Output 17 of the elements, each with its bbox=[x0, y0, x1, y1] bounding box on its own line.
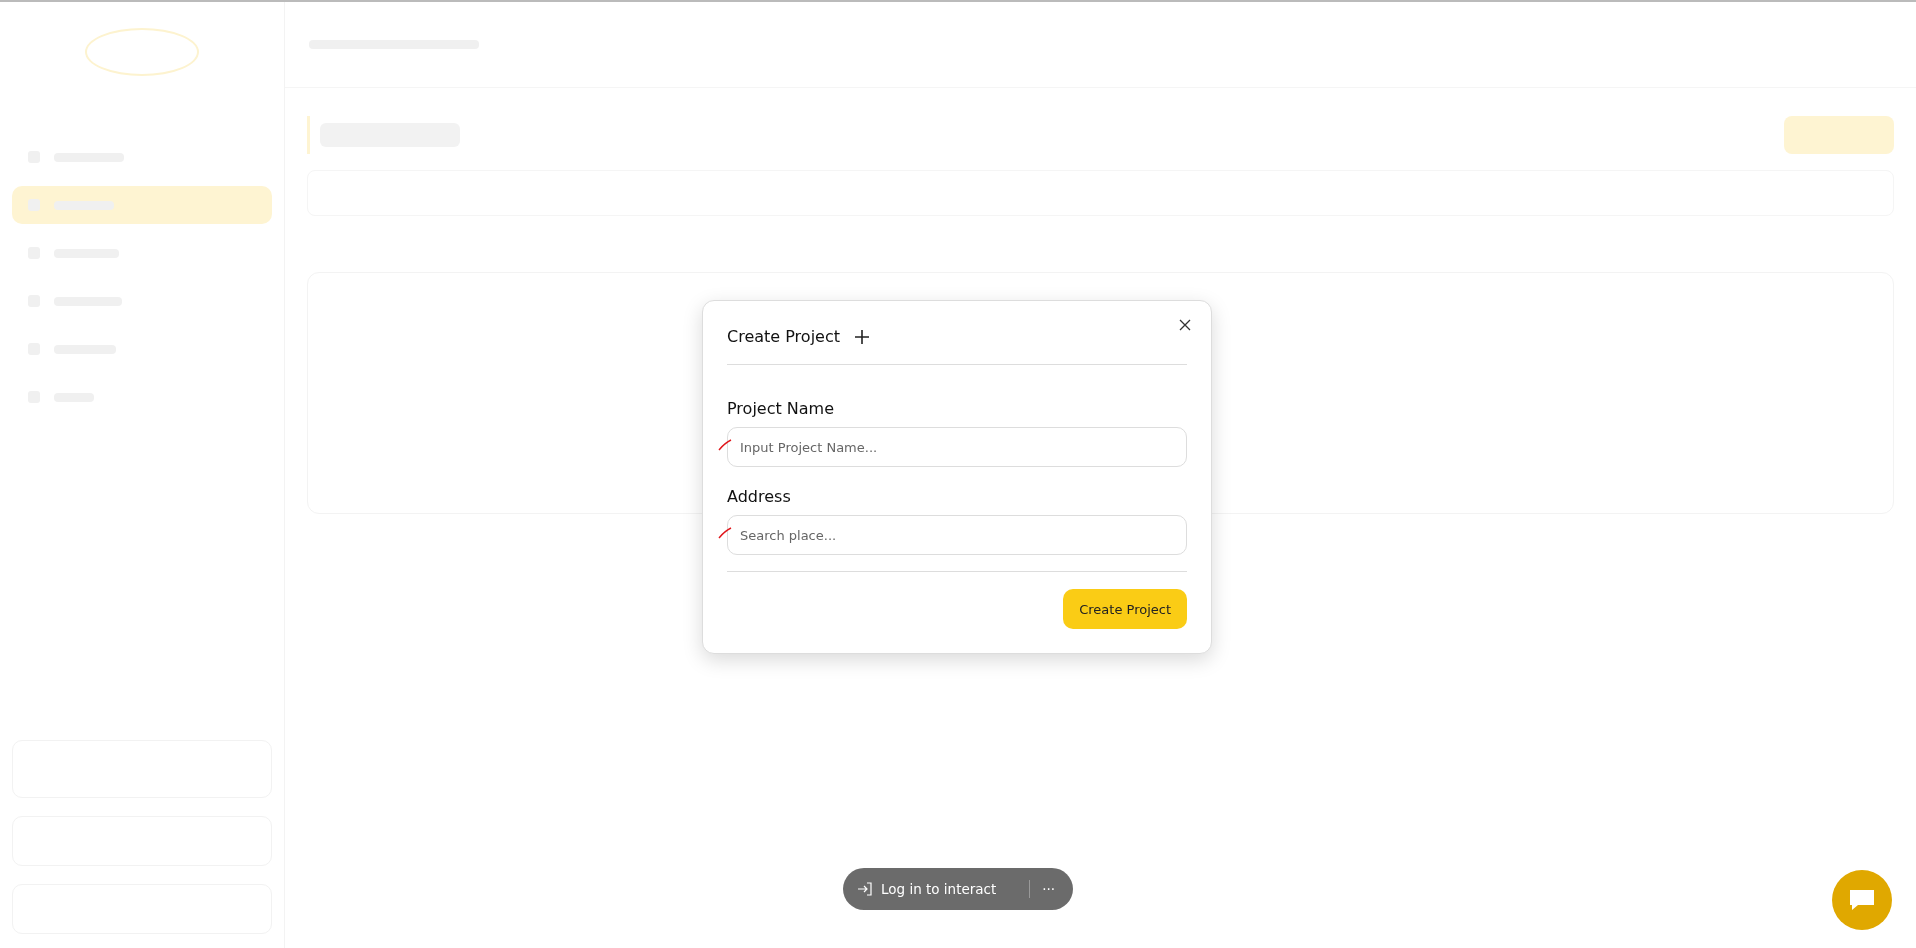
dialog-title: Create Project bbox=[727, 327, 840, 347]
close-icon[interactable] bbox=[1179, 319, 1191, 331]
create-project-button[interactable]: Create Project bbox=[1063, 589, 1187, 629]
field-label: Address bbox=[727, 487, 792, 507]
login-icon bbox=[857, 881, 873, 897]
chat-icon bbox=[1848, 888, 1876, 912]
menu-icon-placeholder bbox=[28, 199, 40, 211]
blurred-text bbox=[54, 200, 114, 210]
input-field[interactable]: Search place... bbox=[727, 515, 1187, 556]
input-field[interactable]: Input Project Name... bbox=[727, 427, 1187, 468]
plus-icon[interactable] bbox=[854, 328, 870, 345]
field-label: Project Name bbox=[727, 399, 836, 419]
login-text[interactable]: Log in to interact bbox=[881, 881, 997, 897]
more-button[interactable]: ··· bbox=[1038, 881, 1059, 897]
chat-button[interactable] bbox=[1832, 870, 1892, 930]
button-background[interactable] bbox=[1784, 116, 1894, 154]
sidebar-highlight[interactable] bbox=[12, 186, 272, 224]
